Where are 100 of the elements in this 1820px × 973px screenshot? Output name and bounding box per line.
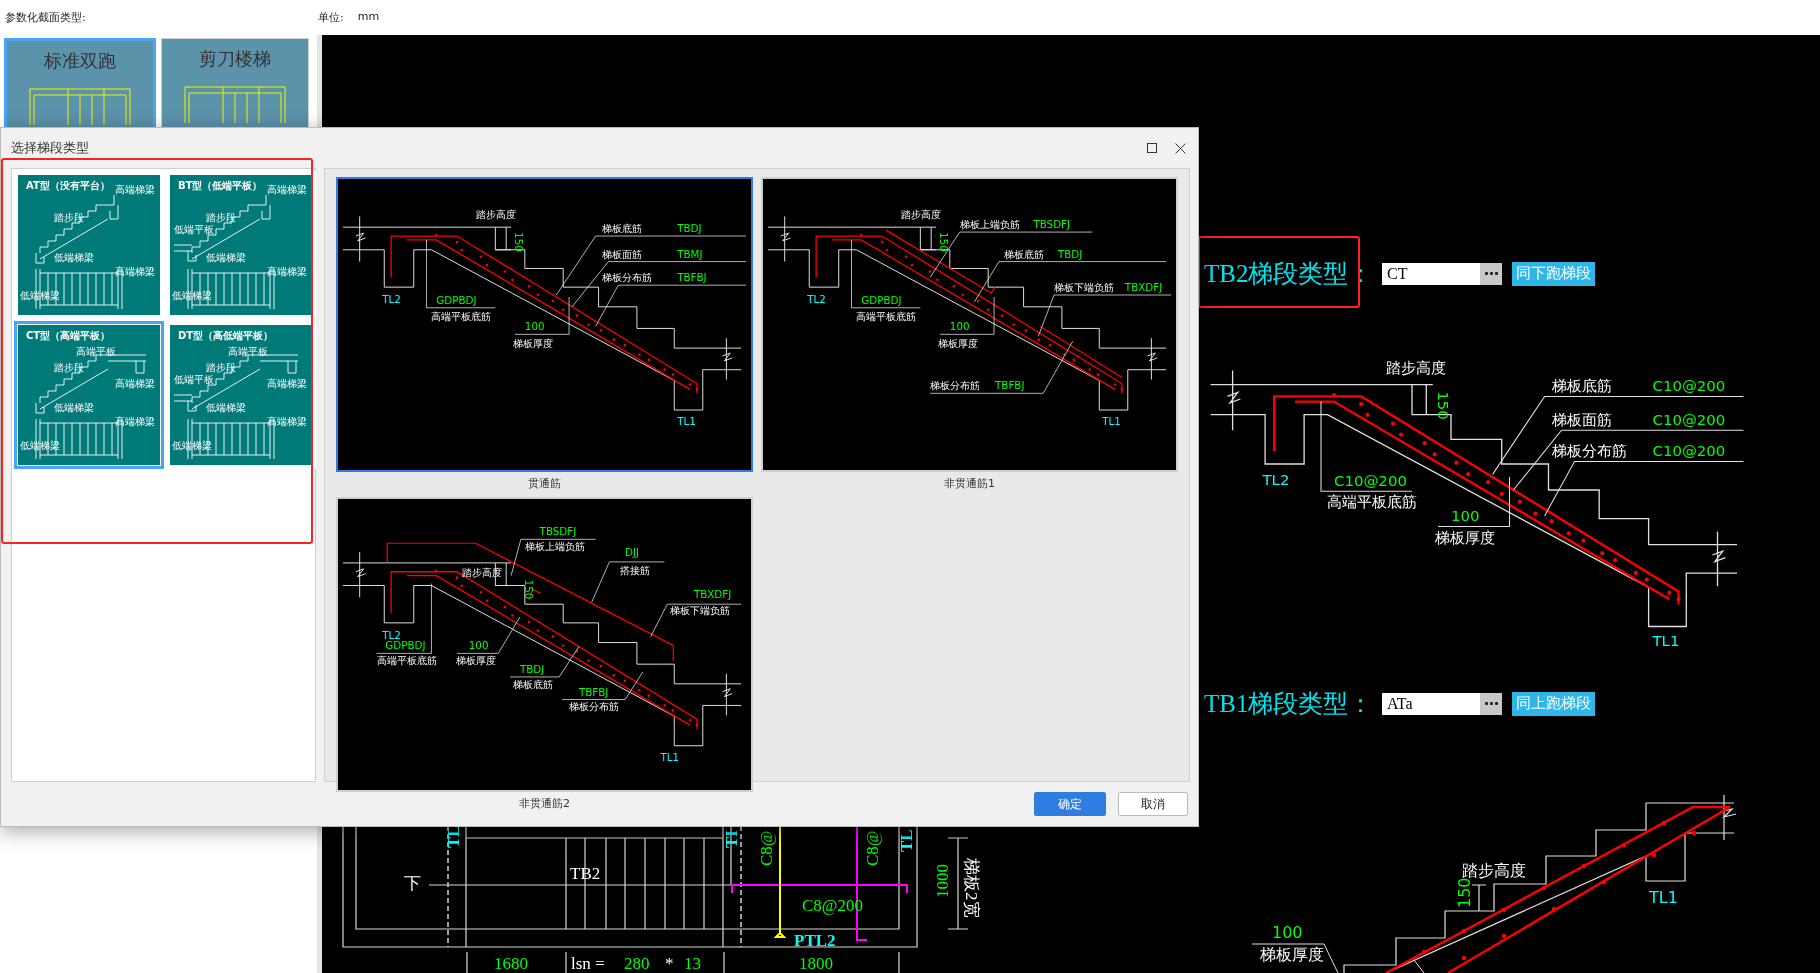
diagram-label: 梯板下端负筋 (670, 604, 731, 616)
ok-button[interactable]: 确定 (1034, 792, 1106, 816)
diagram-label: 高端平板 (228, 346, 268, 357)
diagram-label: 梯板厚度 (456, 654, 496, 667)
diagram-label: 150 (1434, 391, 1452, 420)
section-type-name: 标准双跑 (44, 49, 116, 73)
diagram-label: 踏步段 (206, 362, 236, 373)
drawing-label: 1800 (799, 954, 833, 973)
diagram-label: TL1 (677, 414, 696, 427)
diagram-label: TBMJ (677, 247, 703, 260)
leader-line (851, 239, 921, 309)
flight-type-title: DT型（高低端平板） (178, 330, 274, 341)
diagram-label: 梯板下端负筋 (1054, 281, 1115, 294)
diagram-label: 100 (1451, 507, 1480, 526)
diagram-label: TBFBJ (677, 271, 707, 284)
maximize-icon[interactable] (1147, 143, 1157, 153)
diagram-label: 高端梯梁 (267, 266, 307, 277)
diagram-label: TBFBJ (578, 685, 609, 698)
drawing-label: PTL2 (794, 931, 836, 950)
diagram-label: 梯板厚度 (938, 337, 979, 350)
flight-type-field[interactable]: ATa (1382, 692, 1502, 715)
diagram-label: 高端平板底筋 (431, 309, 492, 322)
flight-type-title: BT型（低端平板） (178, 180, 263, 191)
diagram-label: 低端梯梁 (54, 252, 94, 263)
diagram-label: 梯板上端负筋 (524, 540, 585, 553)
diagram-label: 高端梯梁 (267, 184, 307, 195)
diagram-label: 梯板分布筋 (1552, 442, 1628, 461)
diagram-label: TL1 (660, 750, 680, 763)
diagram-label: 低端梯梁 (206, 252, 246, 263)
diagram-label: 高端梯梁 (115, 378, 155, 389)
drawing-label: * (665, 954, 674, 973)
drawing-label: 13 (684, 954, 701, 973)
rebar-option-thumbnail[interactable]: 踏步高度 150 梯板上端负筋 TBSDFJ 梯板底筋 TBDJ 梯板下端负筋 TBXDFJ GDPBDJ 高端平板底筋 100 梯板厚度 梯板分布筋 TBFBJ TL2 TL1 (761, 177, 1178, 472)
diagram-label: TL1 (1102, 414, 1121, 427)
diagram-label: 高端平板底筋 (377, 654, 438, 667)
diagram-label: 低端梯梁 (172, 440, 212, 451)
leader-line (426, 239, 496, 309)
diagram-label: 梯板分布筋 (601, 271, 652, 284)
diagram-label: 梯板底筋 (513, 677, 554, 690)
diagram-label: GDPBDJ (861, 293, 902, 306)
diagram-label: 高端平板底筋 (1327, 492, 1418, 511)
drawing-label: C8@ (863, 830, 882, 866)
unit-value: mm (357, 10, 380, 25)
diagram-label: 踏步段 (54, 212, 84, 223)
dialog-title: 选择梯段类型 (11, 139, 89, 157)
unit-label: 单位: (318, 10, 344, 25)
leader-line (376, 583, 432, 654)
diagram-label: TL2 (382, 628, 401, 641)
option-caption: 非贯通筋1 (944, 476, 995, 491)
diagram-label: 踏步段 (206, 212, 236, 223)
diagram-label: TBDJ (519, 663, 545, 675)
diagram-label: 低端梯梁 (206, 402, 246, 413)
diagram-label: 梯板分布筋 (569, 700, 620, 713)
diagram-label: TBSDFJ (1033, 218, 1071, 231)
diagram-label: 低端平板 (174, 374, 214, 385)
diagram-label: 高端梯梁 (267, 416, 307, 427)
rebar-option-thumbnail[interactable]: 踏步高度 150 梯板底筋 TBDJ 梯板面筋 TBMJ 梯板分布筋 TBFBJ GDPBDJ 高端平板底筋 100 梯板厚度 TL2 TL1 (336, 177, 753, 472)
diagram-label: 高端梯梁 (115, 184, 155, 195)
diagram-label: 高端梯梁 (115, 416, 155, 427)
diagram-label: 150 (938, 232, 950, 252)
diagram-label: 梯板厚度 (1435, 529, 1496, 548)
diagram-label: 梯板面筋 (601, 247, 642, 260)
drawing-label: 1000 (933, 864, 952, 898)
diagram-label: 高端梯梁 (267, 378, 307, 389)
close-icon[interactable] (1175, 142, 1186, 154)
diagram-label: TBXDFJ (693, 588, 732, 601)
diagram-label: 低端梯梁 (54, 402, 94, 413)
flight-type-tile[interactable]: CT型（高端平板） 高端平板 踏步段 高端梯梁 低端梯梁 高端梯梁 低端梯梁 (14, 321, 164, 469)
diagram-label: 踏步段 (54, 362, 84, 373)
diagram-label: 梯板面筋 (1552, 411, 1613, 429)
diagram-label: 踏步高度 (1386, 359, 1446, 377)
leader-line (456, 616, 521, 654)
diagram-label: 踏步高度 (475, 208, 516, 221)
flight-type-field[interactable]: CT (1382, 262, 1502, 285)
diagram-label: 100 (468, 639, 489, 652)
drawing-label: TL (444, 825, 463, 848)
more-icon[interactable] (1480, 262, 1502, 285)
flight-type-title: CT型（高端平板） (26, 330, 111, 341)
drawing-label: 280 (624, 954, 650, 973)
diagram-label: 梯板底筋 (1003, 247, 1044, 260)
diagram-label: C10@200 (1652, 442, 1726, 461)
diagram-label: C10@200 (1652, 377, 1726, 396)
diagram-label: TBXDFJ (1124, 281, 1163, 294)
drawing-label: 梯板2宽 (962, 858, 981, 918)
diagram-label: TL2 (1262, 470, 1290, 489)
diagram-label: DJJ (625, 546, 640, 558)
drawing-label: TL (897, 829, 916, 852)
leader-line (509, 646, 580, 678)
diagram-label: 高端梯梁 (115, 266, 155, 277)
diagram-label: 搭接筋 (620, 563, 651, 576)
drawing-label: lsn = (571, 954, 605, 973)
diagram-label: 100 (524, 320, 545, 333)
flight-type-label: TB1梯段类型： (1204, 689, 1372, 719)
diagram-label: TBSDFJ (539, 525, 577, 538)
diagram-label: 踏步高度 (900, 208, 941, 221)
diagram-label: 高端平板 (76, 346, 116, 357)
cancel-button[interactable]: 取消 (1118, 792, 1188, 816)
more-icon[interactable] (1480, 692, 1502, 715)
flight-type-title: AT型（没有平台） (26, 180, 110, 191)
section-type-label: 参数化截面类型: (4, 10, 87, 25)
